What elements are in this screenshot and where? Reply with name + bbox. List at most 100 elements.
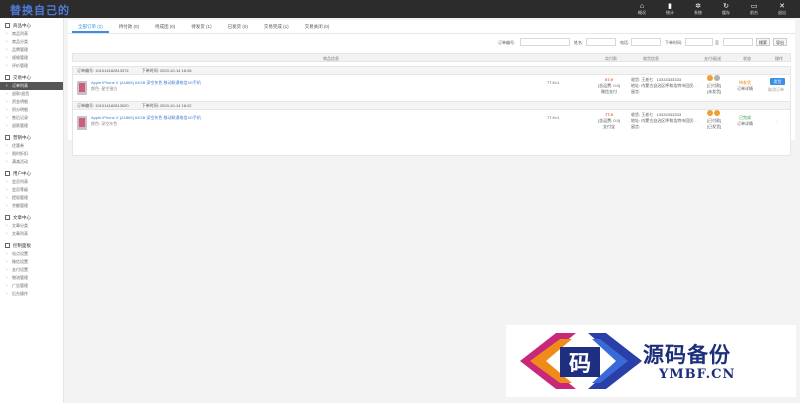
to-label: 至 bbox=[715, 40, 719, 45]
sidebar-item[interactable]: 会员列表 bbox=[0, 178, 63, 186]
sidebar-item[interactable]: 支付设置 bbox=[0, 266, 63, 274]
toolbar-bar-chart-button[interactable]: ▮ 统计 bbox=[656, 0, 684, 18]
sidebar-group-title[interactable]: 用户中心 bbox=[0, 169, 63, 178]
sidebar-item[interactable]: 物流管理 bbox=[0, 274, 63, 282]
sidebar-item[interactable]: 微信设置 bbox=[0, 258, 63, 266]
group-icon bbox=[5, 75, 10, 80]
toolbar-close-button[interactable]: ✕ 退出 bbox=[768, 0, 796, 18]
group-icon bbox=[5, 23, 10, 28]
order-number: 订单编号: 101014182813374 bbox=[77, 68, 129, 73]
toolbar-home-button[interactable]: ⌂ 概况 bbox=[628, 0, 656, 18]
group-icon bbox=[5, 171, 10, 176]
sidebar-item[interactable]: 优惠券 bbox=[0, 142, 63, 150]
sidebar-group: 文章中心文章分类文章列表 bbox=[0, 213, 63, 238]
app-logo: 替换自己的 bbox=[10, 4, 70, 17]
sidebar-group-title[interactable]: 控制面板 bbox=[0, 241, 63, 250]
unit-price: 77.9×1 bbox=[547, 80, 560, 85]
receiver-address: 地址: 内蒙古自治区呼和浩特市回民... bbox=[631, 118, 697, 123]
export-button[interactable]: 导出 bbox=[773, 38, 787, 46]
close-icon: ✕ bbox=[779, 2, 785, 10]
sidebar-group: 交易中心订单列表退款/退货资金明细积分明细售后记录退款管理 bbox=[0, 73, 63, 130]
sidebar-item[interactable]: 资金明细 bbox=[0, 98, 63, 106]
order-number: 订单编号: 101014182813020 bbox=[77, 103, 129, 108]
ship-status: [未发货] bbox=[707, 89, 722, 94]
group-icon bbox=[5, 135, 10, 140]
sidebar-item[interactable]: 商品列表 bbox=[0, 30, 63, 38]
order-tab[interactable]: 交易完成 (1) bbox=[258, 20, 295, 33]
phone-label: 电话: bbox=[620, 40, 630, 45]
table-header: 商品信息 实付款 收货信息 支付/配送 状态 操作 bbox=[72, 53, 791, 62]
sidebar-item[interactable]: 文章列表 bbox=[0, 230, 63, 238]
sidebar-item[interactable]: 站点设置 bbox=[0, 250, 63, 258]
sidebar-item[interactable]: 余额管理 bbox=[0, 202, 63, 210]
sidebar-group-title[interactable]: 文章中心 bbox=[0, 213, 63, 222]
order-head: 订单编号: 101014182813374 下单时间: 2020-10-14 1… bbox=[73, 67, 790, 75]
toolbar-monitor-button[interactable]: ▭ 前台 bbox=[740, 0, 768, 18]
receiver-name: 收货: 王老七 bbox=[631, 77, 654, 82]
order-tab[interactable]: 全部订单 (2) bbox=[72, 20, 109, 33]
sidebar-item[interactable]: 后台操作 bbox=[0, 290, 63, 298]
sidebar-item[interactable]: 规格管理 bbox=[0, 54, 63, 62]
order-tab[interactable]: 待成团 (0) bbox=[149, 20, 181, 33]
search-button[interactable]: 搜索 bbox=[756, 38, 770, 46]
start-date-input[interactable] bbox=[685, 38, 713, 46]
col-action: 操作 bbox=[775, 56, 783, 61]
end-date-input[interactable] bbox=[723, 38, 753, 46]
name-input[interactable] bbox=[586, 38, 616, 46]
sidebar-item[interactable]: 文章分类 bbox=[0, 222, 63, 230]
product-thumbnail[interactable] bbox=[77, 116, 87, 130]
toolbar-refresh-button[interactable]: ↻ 缓存 bbox=[712, 0, 740, 18]
ship-status-icon bbox=[714, 110, 721, 116]
toolbar-gear-button[interactable]: ✲ 系统 bbox=[684, 0, 712, 18]
order-tab[interactable]: 待发货 (1) bbox=[185, 20, 217, 33]
col-product: 商品信息 bbox=[323, 56, 339, 61]
order-tab[interactable]: 待付款 (0) bbox=[113, 20, 145, 33]
product-thumbnail[interactable] bbox=[77, 81, 87, 95]
pay-method: 微信支付 bbox=[601, 89, 617, 94]
sidebar-item[interactable]: 退款管理 bbox=[0, 122, 63, 130]
order-tab[interactable]: 已发货 (0) bbox=[222, 20, 254, 33]
watermark-glyph: 码 bbox=[569, 351, 591, 377]
sidebar-item[interactable]: 限时折扣 bbox=[0, 150, 63, 158]
pay-status-icon bbox=[707, 110, 714, 116]
toolbar-label: 缓存 bbox=[722, 9, 730, 15]
sidebar-item[interactable]: 订单列表 bbox=[0, 82, 63, 90]
sidebar-group-title[interactable]: 商品中心 bbox=[0, 21, 63, 30]
sidebar-item[interactable]: 退款/退货 bbox=[0, 90, 63, 98]
order-no-input[interactable] bbox=[520, 38, 570, 46]
order-row: 订单编号: 101014182813020 下单时间: 2020-10-14 1… bbox=[72, 101, 791, 156]
sidebar-item[interactable]: 评价管理 bbox=[0, 62, 63, 70]
gear-icon: ✲ bbox=[695, 2, 701, 10]
order-time: 下单时间: 2020-10-14 18:28 bbox=[141, 68, 192, 73]
sidebar-item[interactable]: 满减活动 bbox=[0, 158, 63, 166]
sidebar-item[interactable]: 商品分类 bbox=[0, 38, 63, 46]
phone-input[interactable] bbox=[631, 38, 661, 46]
monitor-icon: ▭ bbox=[750, 2, 758, 10]
home-icon: ⌂ bbox=[639, 2, 645, 10]
toolbar-label: 统计 bbox=[666, 9, 674, 15]
sidebar-item[interactable]: 广告管理 bbox=[0, 282, 63, 290]
col-amount: 实付款 bbox=[605, 56, 617, 61]
watermark-en: YMBF.CN bbox=[659, 367, 736, 382]
watermark-cn: 源码备份 bbox=[643, 342, 731, 367]
sidebar-item[interactable]: 提现管理 bbox=[0, 194, 63, 202]
ship-button[interactable]: 发货 bbox=[770, 78, 785, 85]
sidebar-group: 用户中心会员列表会员等级提现管理余额管理 bbox=[0, 169, 63, 210]
receiver-phone: 13333333333 bbox=[656, 77, 682, 82]
sidebar-item[interactable]: 品牌管理 bbox=[0, 46, 63, 54]
sidebar-item[interactable]: 积分明细 bbox=[0, 106, 63, 114]
product-spec: 颜色: 星空银白 bbox=[91, 86, 118, 91]
no-action: - bbox=[776, 118, 778, 123]
sidebar-item[interactable]: 售后记录 bbox=[0, 114, 63, 122]
unit-price: 77.9×1 bbox=[547, 115, 560, 120]
pay-method: 支付宝 bbox=[603, 124, 615, 129]
toolbar-label: 退出 bbox=[778, 9, 786, 15]
sidebar-group-title[interactable]: 交易中心 bbox=[0, 73, 63, 82]
order-detail-link[interactable]: 订单详情 bbox=[737, 121, 753, 127]
sidebar-item[interactable]: 会员等级 bbox=[0, 186, 63, 194]
order-detail-link[interactable]: 订单详情 bbox=[737, 86, 753, 92]
order-tabs: 全部订单 (2) 待付款 (0) 待成团 (0) 待发货 (1) 已发货 (0) 交易完成… bbox=[68, 20, 795, 34]
cancel-order-link[interactable]: 取消订单 bbox=[768, 87, 784, 93]
sidebar-group-title[interactable]: 营销中心 bbox=[0, 133, 63, 142]
order-tab[interactable]: 交易关闭 (0) bbox=[299, 20, 336, 33]
